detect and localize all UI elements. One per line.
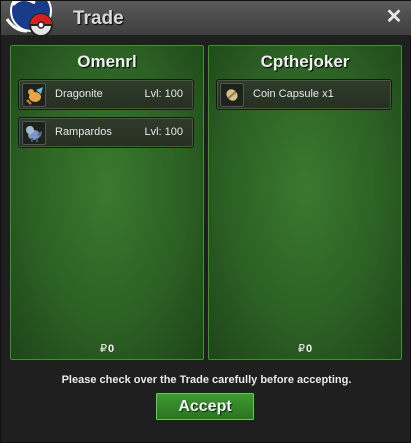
player-name-right: Cpthejoker	[260, 52, 350, 71]
close-button[interactable]: ✕	[384, 6, 404, 28]
money-amount: 0	[107, 343, 115, 355]
money-offer-left: ₽0	[10, 342, 204, 355]
trade-window: Trade ✕ Omenrl Dragonite Lvl: 100 Rampar…	[0, 0, 411, 443]
item-name: Rampardos	[55, 126, 112, 138]
titlebar: Trade ✕	[1, 1, 411, 37]
trade-warning-text: Please check over the Trade carefully be…	[61, 374, 352, 386]
money-amount: 0	[305, 343, 313, 355]
trade-item-dragonite[interactable]: Dragonite Lvl: 100	[18, 79, 194, 110]
coin-capsule-icon	[220, 83, 244, 107]
left-offer-panel: Omenrl Dragonite Lvl: 100 Rampardos Lvl:…	[9, 44, 205, 361]
trade-item-coin-capsule[interactable]: Coin Capsule x1	[216, 79, 392, 110]
item-name: Coin Capsule x1	[253, 88, 334, 100]
right-offer-panel: Cpthejoker Coin Capsule x1 ₽0	[207, 44, 403, 361]
dragonite-sprite-icon	[22, 83, 46, 107]
item-name: Dragonite	[55, 88, 103, 100]
trade-item-rampardos[interactable]: Rampardos Lvl: 100	[18, 117, 194, 148]
money-offer-right: ₽0	[208, 342, 402, 355]
pokedollar-icon: ₽	[297, 343, 305, 355]
item-level: Lvl: 100	[144, 88, 183, 100]
game-logo-icon	[5, 1, 53, 37]
player-name-left: Omenrl	[77, 52, 137, 71]
accept-button[interactable]: Accept	[155, 392, 255, 421]
pokedollar-icon: ₽	[99, 343, 107, 355]
close-icon: ✕	[385, 6, 403, 28]
item-level: Lvl: 100	[144, 126, 183, 138]
window-title: Trade	[73, 8, 124, 29]
rampardos-sprite-icon	[22, 121, 46, 145]
